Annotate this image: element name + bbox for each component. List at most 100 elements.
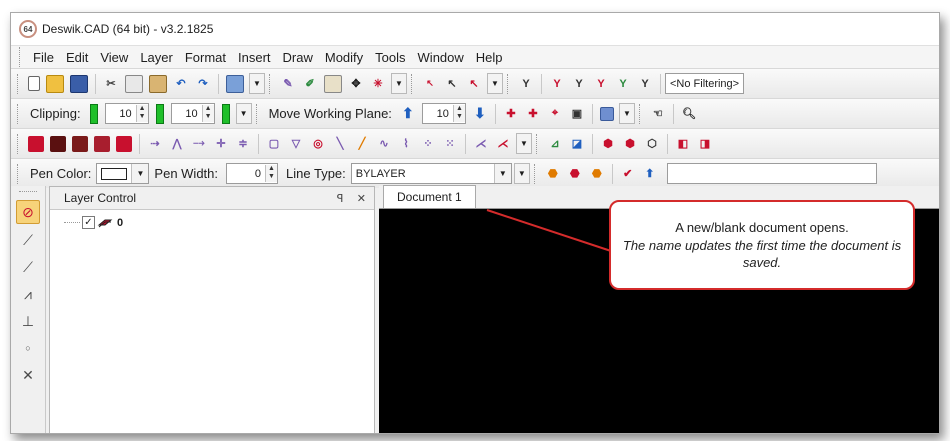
clip-both-icon[interactable] bbox=[221, 103, 230, 124]
menu-edit[interactable]: Edit bbox=[60, 50, 94, 65]
move-icon[interactable]: ✥ bbox=[348, 76, 364, 92]
filter-clear-icon[interactable]: Y bbox=[593, 76, 609, 92]
toolbar-grip[interactable] bbox=[17, 73, 21, 94]
select-cursor-icon[interactable]: ↖ bbox=[444, 76, 460, 92]
menu-view[interactable]: View bbox=[94, 50, 134, 65]
line-parallel-icon[interactable]: ≑ bbox=[235, 136, 251, 152]
undo-icon[interactable]: ↶ bbox=[173, 76, 189, 92]
stepper-arrows-icon[interactable]: ▲ ▼ bbox=[265, 165, 278, 182]
grid-red-icon[interactable] bbox=[28, 135, 44, 152]
rectangle-icon[interactable]: ▢ bbox=[266, 136, 282, 152]
clip-back-value[interactable]: 10 bbox=[172, 108, 202, 120]
pen-width-value[interactable]: 0 bbox=[227, 168, 265, 180]
chevron-down-icon[interactable]: ▼ bbox=[493, 164, 511, 183]
points-icon[interactable]: ⁘ bbox=[420, 136, 436, 152]
layer-visibility-checkbox[interactable]: ✓ bbox=[82, 216, 95, 229]
cross-tool-icon[interactable]: ✕ bbox=[17, 364, 39, 386]
point-tool-icon[interactable]: ○ bbox=[17, 337, 39, 359]
format-apply-icon[interactable]: ⬣ bbox=[589, 166, 605, 182]
chevron-down-icon[interactable]: ▼ bbox=[513, 163, 530, 184]
grid-dark-icon[interactable] bbox=[50, 135, 66, 152]
chevron-down-icon[interactable]: ▼ bbox=[249, 73, 265, 94]
tab-document-1[interactable]: Document 1 bbox=[383, 185, 476, 208]
menu-file[interactable]: File bbox=[27, 50, 60, 65]
toolbar-grip[interactable] bbox=[533, 163, 538, 184]
solid-outline-icon[interactable]: ⬡ bbox=[644, 136, 660, 152]
format-check-icon[interactable]: ✔ bbox=[620, 166, 636, 182]
chevron-down-icon[interactable]: ▼ bbox=[618, 103, 635, 124]
arrow-up-icon[interactable]: ⬆ bbox=[400, 105, 416, 122]
chevron-down-icon[interactable]: ▼ bbox=[131, 164, 149, 183]
select-region-icon[interactable]: ◪ bbox=[569, 136, 585, 152]
menu-grip[interactable] bbox=[19, 47, 23, 67]
polyline-icon[interactable]: ⋀ bbox=[169, 136, 185, 152]
stepper-arrows-icon[interactable]: ▲ ▼ bbox=[201, 105, 214, 122]
plane-set-icon[interactable]: ✚ bbox=[503, 106, 519, 122]
copy-icon[interactable] bbox=[125, 74, 143, 93]
menu-modify[interactable]: Modify bbox=[319, 50, 369, 65]
line-tool-icon[interactable]: ⟋ bbox=[17, 229, 39, 251]
select-mode-icon[interactable]: ↖ bbox=[466, 76, 482, 92]
toolbar-grip[interactable] bbox=[536, 133, 540, 154]
properties-icon[interactable] bbox=[324, 74, 342, 93]
perpendicular-icon[interactable]: ⊥ bbox=[17, 310, 39, 332]
clip-front-stepper[interactable]: 10 ▲ ▼ bbox=[104, 103, 149, 124]
clip-back-stepper[interactable]: 10 ▲ ▼ bbox=[170, 103, 215, 124]
clip-front-value[interactable]: 10 bbox=[106, 108, 136, 120]
hand-pan-icon[interactable]: ☜ bbox=[650, 106, 666, 122]
grid-mixed-icon[interactable] bbox=[94, 135, 110, 152]
filter-select[interactable]: <No Filtering> bbox=[665, 73, 745, 94]
stepper-arrows-icon[interactable]: ▲ ▼ bbox=[452, 105, 465, 122]
format-painter-icon[interactable]: ⬣ bbox=[545, 166, 561, 182]
print-icon[interactable] bbox=[226, 74, 244, 93]
cut-icon[interactable]: ✂ bbox=[103, 76, 119, 92]
chevron-down-icon[interactable]: ▼ bbox=[235, 103, 252, 124]
menu-help[interactable]: Help bbox=[470, 50, 509, 65]
select-area-icon[interactable]: ⊿ bbox=[547, 136, 563, 152]
angle-tool-icon[interactable]: ⩘ bbox=[17, 283, 39, 305]
filter-layer-icon[interactable]: Y bbox=[571, 76, 587, 92]
paste-icon[interactable] bbox=[149, 74, 167, 93]
format-copy-icon[interactable]: ⬣ bbox=[567, 166, 583, 182]
toolbar-grip[interactable] bbox=[17, 103, 21, 124]
layer-tree-row[interactable]: ✓ 0 bbox=[64, 216, 374, 229]
target-icon[interactable]: ⌖ bbox=[547, 106, 563, 122]
edit-polyline-icon[interactable]: ⋌ bbox=[473, 136, 489, 152]
grid-dots-icon[interactable] bbox=[72, 135, 88, 152]
edit-polyline-red-icon[interactable]: ⋌ bbox=[495, 136, 511, 152]
arrow-down-icon[interactable]: ⬇ bbox=[472, 105, 488, 122]
layer-name[interactable]: 0 bbox=[117, 217, 123, 229]
select-xyz-icon[interactable]: ↖ bbox=[422, 76, 438, 92]
line-snap-icon[interactable]: ⇢ bbox=[147, 136, 163, 152]
stepper-arrows-icon[interactable]: ▲ ▼ bbox=[135, 105, 148, 122]
menu-draw[interactable]: Draw bbox=[277, 50, 319, 65]
toolbar-grip[interactable] bbox=[269, 73, 273, 94]
zoom-icon[interactable]: 🔍︎ bbox=[681, 106, 697, 122]
line-cross-icon[interactable]: ✛ bbox=[213, 136, 229, 152]
filter-remove-icon[interactable]: Y bbox=[549, 76, 565, 92]
pen-color-select[interactable]: ▼ bbox=[96, 163, 150, 184]
pen-width-stepper[interactable]: 0 ▲ ▼ bbox=[226, 163, 279, 184]
redo-icon[interactable]: ↷ bbox=[195, 76, 211, 92]
menu-format[interactable]: Format bbox=[179, 50, 232, 65]
command-input[interactable] bbox=[666, 163, 877, 184]
line-diagonal-icon[interactable]: ╲ bbox=[332, 136, 348, 152]
clip-back-icon[interactable] bbox=[155, 103, 164, 124]
toolbar-grip[interactable] bbox=[638, 103, 643, 124]
line-offset-icon[interactable]: ⤍ bbox=[191, 136, 207, 152]
pin-icon[interactable]: ꟼ bbox=[337, 193, 344, 205]
open-folder-icon[interactable] bbox=[46, 74, 64, 93]
menu-window[interactable]: Window bbox=[412, 50, 470, 65]
toolbar-grip[interactable] bbox=[411, 73, 415, 94]
layer-color-icon[interactable] bbox=[599, 106, 614, 121]
toolbar-grip[interactable] bbox=[255, 103, 260, 124]
no-entry-icon[interactable]: ⊘ bbox=[16, 200, 40, 224]
filter-line-icon[interactable]: Y bbox=[615, 76, 631, 92]
polyline-tool-icon[interactable]: ⟋ bbox=[17, 256, 39, 278]
pencil-icon[interactable]: ✎ bbox=[280, 76, 296, 92]
filter-icon[interactable]: Y bbox=[518, 76, 534, 92]
toolbar-grip[interactable] bbox=[17, 163, 21, 184]
side-toolbar-grip[interactable] bbox=[19, 191, 37, 195]
plane-reset-icon[interactable]: ✚ bbox=[525, 106, 541, 122]
menu-insert[interactable]: Insert bbox=[232, 50, 277, 65]
